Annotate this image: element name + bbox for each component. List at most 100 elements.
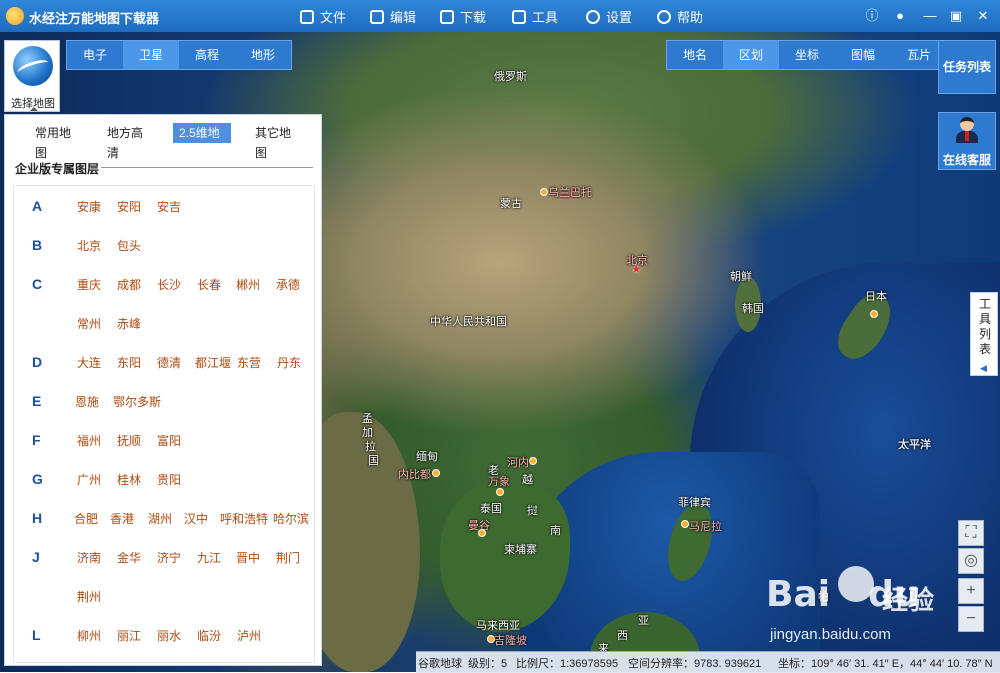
- city-link[interactable]: 赤峰: [117, 315, 141, 332]
- city-link[interactable]: 富阳: [157, 432, 181, 449]
- app-title: 水经注万能地图下载器: [29, 11, 160, 26]
- menu-edit[interactable]: 编辑: [370, 7, 416, 26]
- tab-terrain[interactable]: 地形: [235, 41, 291, 69]
- city-link[interactable]: 荆门: [276, 549, 300, 566]
- city-link[interactable]: 德清: [157, 354, 181, 371]
- select-map-button[interactable]: 选择地图: [4, 40, 60, 112]
- map-label: 马来西亚: [476, 620, 520, 632]
- menu-settings[interactable]: 设置: [586, 7, 632, 26]
- tool-list-toggle[interactable]: 工具列表 ◀: [970, 292, 998, 376]
- group-letter: E: [32, 393, 42, 409]
- city-link[interactable]: 承德: [276, 276, 300, 293]
- city-link[interactable]: 长春: [197, 276, 221, 293]
- paw-icon: [838, 566, 874, 602]
- city-link[interactable]: 常州: [77, 315, 101, 332]
- city-link[interactable]: 安康: [77, 198, 101, 215]
- city-marker[interactable]: [870, 310, 878, 318]
- city-marker[interactable]: [496, 488, 504, 496]
- menu-download-label: 下载: [460, 10, 487, 25]
- tab-2-5d-maps[interactable]: 2.5维地图: [172, 123, 232, 160]
- user-icon[interactable]: ●: [892, 8, 908, 24]
- watermark-product: 经验: [882, 585, 935, 615]
- city-link[interactable]: 安阳: [117, 198, 141, 215]
- group-letter: J: [32, 549, 40, 565]
- city-link[interactable]: 恩施: [75, 393, 99, 410]
- city-link[interactable]: 大连: [77, 354, 101, 371]
- city-link[interactable]: 重庆: [77, 276, 101, 293]
- city-marker[interactable]: [478, 529, 486, 537]
- city-link[interactable]: 鄂尔多斯: [113, 393, 161, 410]
- group-letter: H: [32, 510, 43, 526]
- city-link[interactable]: 柳州: [77, 627, 101, 644]
- city-link[interactable]: 金华: [117, 549, 141, 566]
- city-link[interactable]: 济南: [77, 549, 101, 566]
- tab-place-names[interactable]: 地名: [667, 41, 723, 69]
- city-link[interactable]: 汉中: [184, 510, 208, 527]
- city-marker[interactable]: [529, 457, 537, 465]
- city-link[interactable]: 北京: [77, 237, 101, 254]
- menu-help-label: 帮助: [677, 10, 704, 25]
- city-link[interactable]: 东阳: [117, 354, 141, 371]
- city-marker[interactable]: [540, 188, 548, 196]
- city-link[interactable]: 九江: [197, 549, 221, 566]
- tab-elevation[interactable]: 高程: [179, 41, 235, 69]
- download-icon: [440, 9, 454, 24]
- tab-satellite[interactable]: 卫星: [123, 41, 180, 69]
- city-link[interactable]: 哈尔滨: [273, 510, 309, 527]
- tab-boundaries[interactable]: 区划: [723, 41, 780, 69]
- city-marker[interactable]: [681, 520, 689, 528]
- menu-download[interactable]: 下载: [440, 7, 486, 26]
- minimize-button[interactable]: —: [922, 8, 938, 24]
- globe-icon: [13, 46, 53, 86]
- city-link[interactable]: 丽水: [157, 627, 181, 644]
- city-link[interactable]: 呼和浩特: [220, 510, 268, 527]
- city-link[interactable]: 荆州: [77, 588, 101, 605]
- close-button[interactable]: ✕: [975, 8, 991, 24]
- fullscreen-icon[interactable]: ⛶: [958, 520, 984, 546]
- menu-file[interactable]: 文件: [300, 7, 346, 26]
- task-list-button[interactable]: 任务列表: [938, 40, 996, 94]
- customer-service-agent-icon: [956, 117, 978, 143]
- baidu-jingyan-watermark: Bai du 经验 jingyan.baidu.com: [742, 566, 1000, 672]
- city-link[interactable]: 桂林: [117, 471, 141, 488]
- map-label: 菲律宾: [678, 497, 711, 509]
- info-icon[interactable]: ⓘ: [864, 8, 880, 24]
- letter-group: J 济南 金华 济宁 九江 晋中 荆门: [14, 537, 314, 576]
- city-link[interactable]: 广州: [77, 471, 101, 488]
- city-marker[interactable]: [432, 469, 440, 477]
- city-link[interactable]: 都江堰: [195, 354, 231, 371]
- tab-vector[interactable]: 电子: [67, 41, 123, 69]
- city-link[interactable]: 丽江: [117, 627, 141, 644]
- city-link[interactable]: 合肥: [74, 510, 98, 527]
- tab-map-sheets[interactable]: 图幅: [835, 41, 891, 69]
- city-link[interactable]: 晋中: [236, 549, 260, 566]
- group-letter: C: [32, 276, 43, 292]
- city-link[interactable]: 丹东: [277, 354, 301, 371]
- arrow-left-icon: ◀: [980, 363, 987, 373]
- tab-local-hd[interactable]: 地方高清: [101, 123, 155, 160]
- map-label: 吉隆坡: [494, 635, 527, 647]
- maximize-button[interactable]: ▣: [948, 8, 964, 24]
- tab-coordinates[interactable]: 坐标: [779, 41, 835, 69]
- city-link[interactable]: 泸州: [237, 627, 261, 644]
- capital-star-icon[interactable]: ★: [631, 262, 642, 276]
- city-link[interactable]: 长沙: [157, 276, 181, 293]
- online-service-button[interactable]: 在线客服: [938, 112, 996, 170]
- menu-tools[interactable]: 工具: [512, 7, 558, 26]
- city-link[interactable]: 香港: [110, 510, 134, 527]
- city-link[interactable]: 成都: [117, 276, 141, 293]
- city-link[interactable]: 包头: [117, 237, 141, 254]
- tab-common-maps[interactable]: 常用地图: [29, 123, 83, 160]
- letter-group: E 恩施 鄂尔多斯: [14, 381, 314, 420]
- tab-other-maps[interactable]: 其它地图: [249, 123, 303, 160]
- city-link[interactable]: 东营: [237, 354, 261, 371]
- city-link[interactable]: 郴州: [236, 276, 260, 293]
- city-link[interactable]: 抚顺: [117, 432, 141, 449]
- menu-help[interactable]: 帮助: [657, 7, 703, 26]
- city-link[interactable]: 临汾: [197, 627, 221, 644]
- city-link[interactable]: 贵阳: [157, 471, 181, 488]
- city-link[interactable]: 济宁: [157, 549, 181, 566]
- city-link[interactable]: 福州: [77, 432, 101, 449]
- city-link[interactable]: 湖州: [148, 510, 172, 527]
- city-link[interactable]: 安吉: [157, 198, 181, 215]
